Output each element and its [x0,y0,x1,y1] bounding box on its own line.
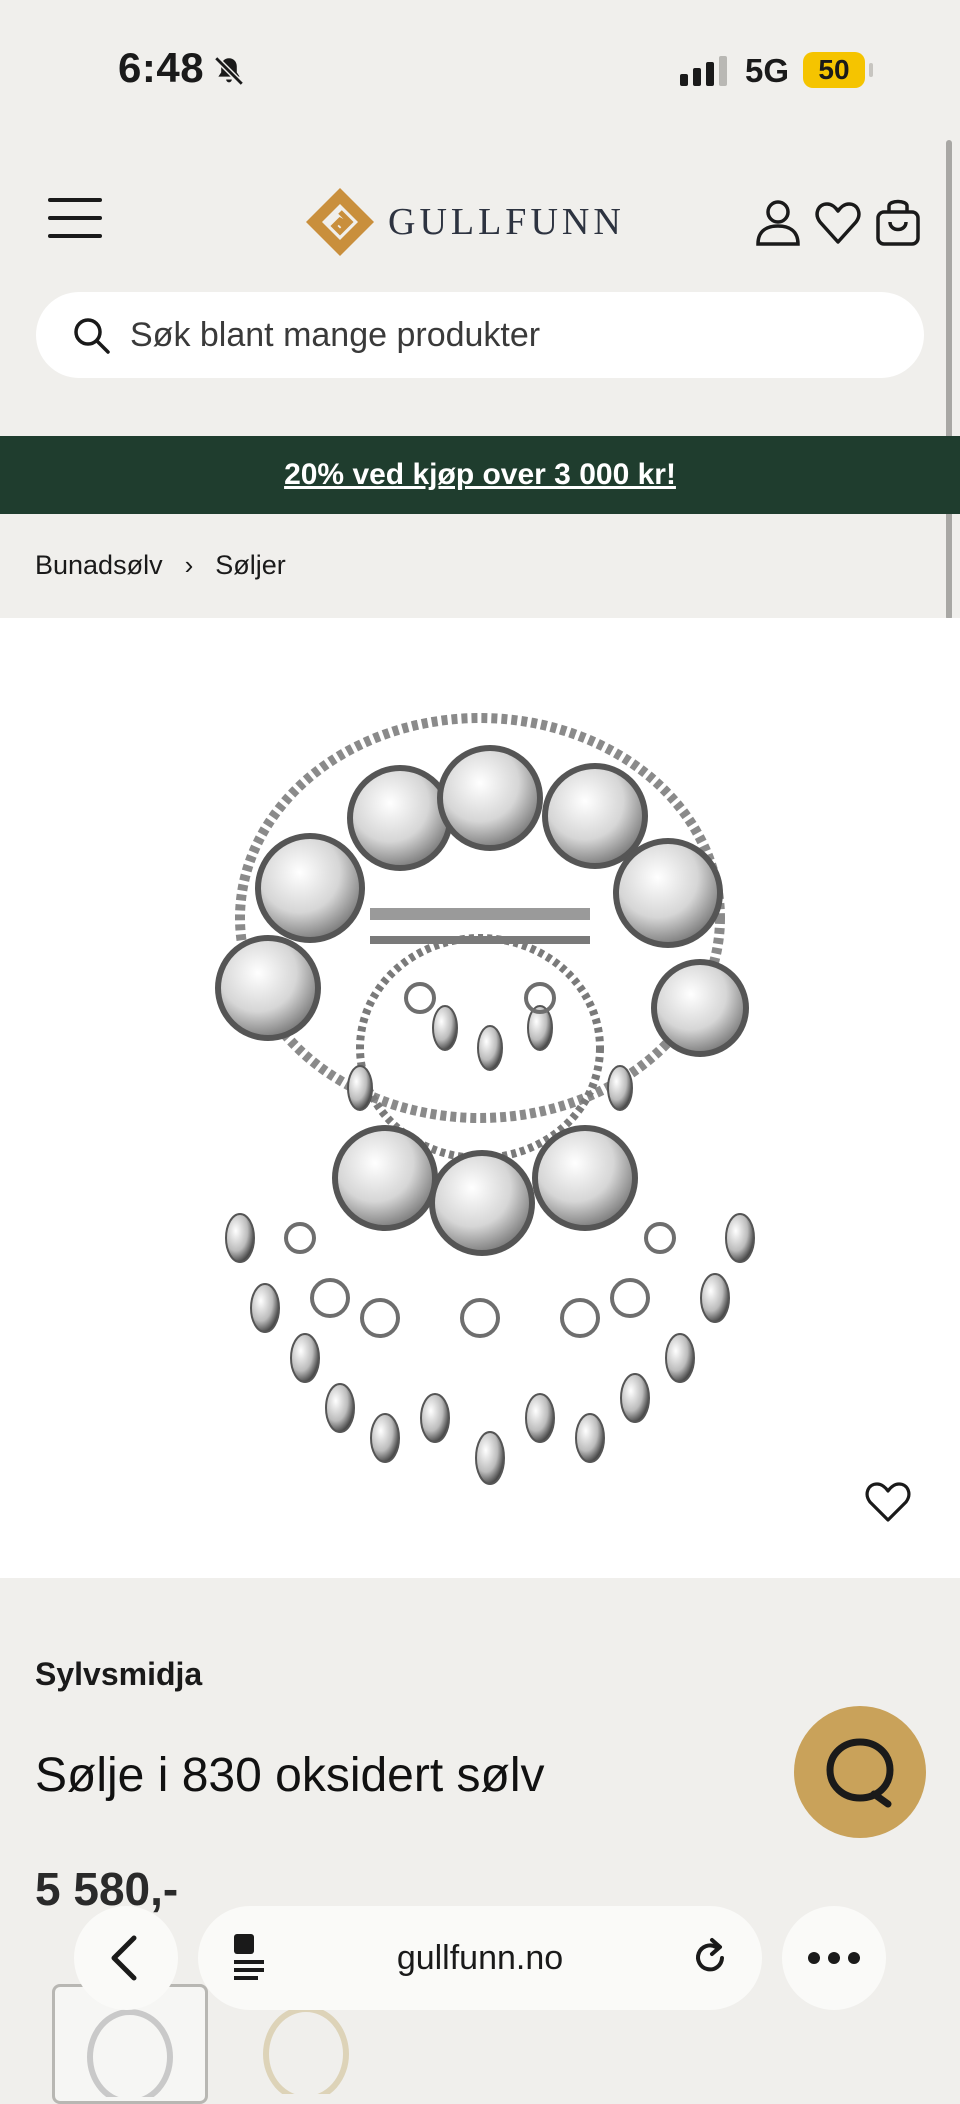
browser-more-button[interactable] [782,1906,886,2010]
browser-url-bar[interactable]: gullfunn.no [198,1906,762,2010]
menu-button[interactable] [48,198,102,246]
bell-muted-icon [214,56,244,86]
favorite-heart-icon[interactable] [864,1480,912,1524]
product-brand[interactable]: Sylvsmidja [35,1656,202,1693]
status-bar: 6:48 5G 50 [0,0,960,130]
account-icon[interactable] [754,196,802,248]
product-title: Sølje i 830 oksidert sølv [35,1749,545,1802]
search-bar[interactable] [36,292,924,378]
search-icon [74,318,110,354]
more-dots-icon [808,1952,860,1964]
logo-wordmark: GULLFUNN [388,201,625,243]
promo-banner: 20% ved kjøp over 3 000 kr! [0,436,960,514]
logo[interactable]: GULLFUNN [304,186,621,258]
promo-link[interactable]: 20% ved kjøp over 3 000 kr! [284,458,676,491]
product-image[interactable] [0,618,960,1578]
battery-indicator: 50 [803,52,873,88]
status-time: 6:48 [118,44,205,91]
logo-mark-icon [306,188,374,256]
breadcrumb: Bunadsølv › Søljer [35,550,286,581]
wishlist-heart-icon[interactable] [814,196,862,248]
brooch-image [215,713,755,1485]
breadcrumb-item-bunadsolv[interactable]: Bunadsølv [35,550,163,580]
hamburger-icon [48,198,102,202]
browser-back-button[interactable] [74,1906,178,2010]
network-type: 5G [745,52,790,89]
chevron-left-icon [111,1935,137,1981]
scrollbar[interactable] [946,140,952,620]
reload-icon[interactable] [688,1936,732,1980]
search-input[interactable] [130,310,890,360]
shopping-bag-icon[interactable] [874,196,922,248]
chat-button[interactable] [794,1706,926,1838]
browser-url: gullfunn.no [396,1939,564,1977]
signal-icon [680,56,727,86]
chevron-right-icon: › [184,550,194,580]
breadcrumb-item-soljer[interactable]: Søljer [215,550,286,580]
chat-icon [826,1738,894,1808]
